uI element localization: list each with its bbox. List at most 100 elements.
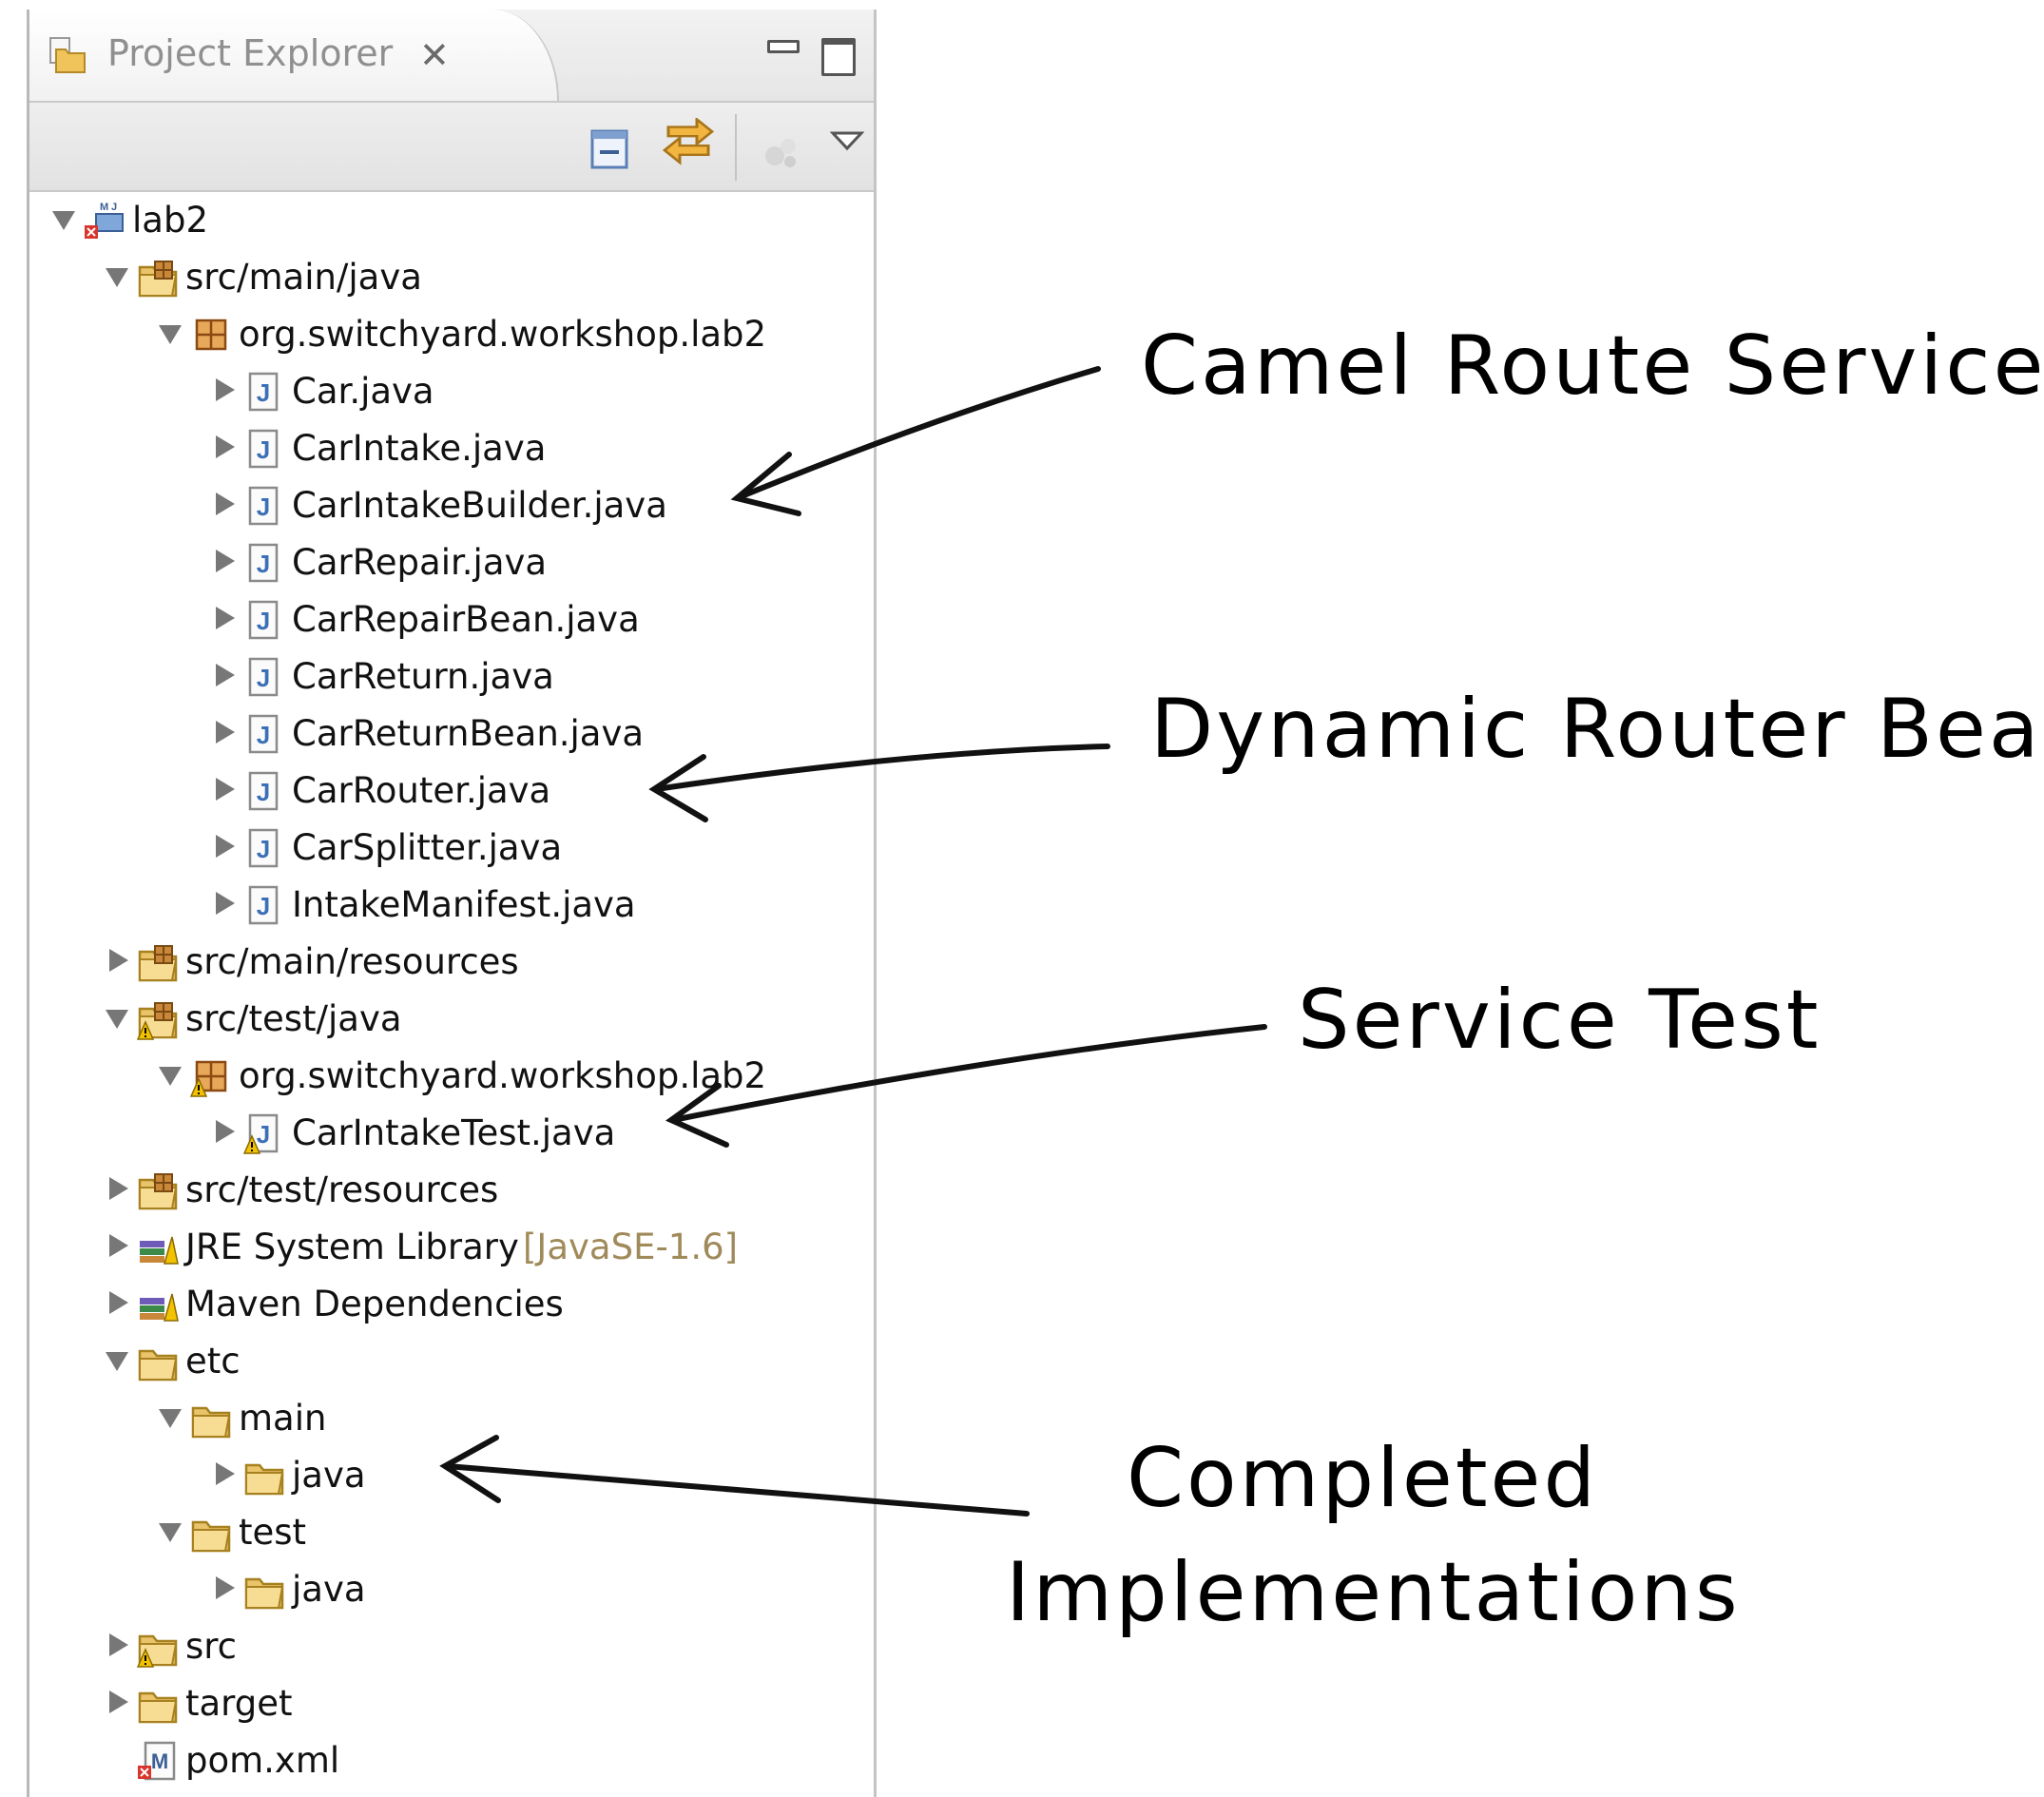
tree-item[interactable]: src/main/java xyxy=(29,249,874,304)
annotation-camel-route-service: Camel Route Service xyxy=(1141,319,2044,414)
folder-icon xyxy=(242,1568,286,1612)
library-icon xyxy=(136,1283,180,1326)
tree-item[interactable]: etc xyxy=(29,1333,874,1388)
source-folder-icon xyxy=(136,256,180,300)
tree-item[interactable]: J CarRepairBean.java xyxy=(29,591,874,647)
package-icon xyxy=(189,313,233,357)
tree-item-label: test xyxy=(239,1512,307,1553)
collapsed-arrow-icon[interactable] xyxy=(106,1232,130,1259)
tree-item-label: Maven Dependencies xyxy=(185,1284,564,1324)
view-menu-icon[interactable] xyxy=(829,129,865,154)
annotation-service-test: Service Test xyxy=(1298,973,1822,1068)
svg-text:J: J xyxy=(257,721,270,749)
tree-item[interactable]: J CarRouter.java xyxy=(29,763,874,818)
tree-item[interactable]: test xyxy=(29,1504,874,1559)
project-explorer-view: Project Explorer ✕ M J lab2 src/main/jav… xyxy=(27,10,877,1797)
source-folder-icon xyxy=(136,1169,180,1212)
library-icon xyxy=(136,1226,180,1269)
expanded-arrow-icon[interactable] xyxy=(106,1004,130,1031)
maven-project-icon: MJ xyxy=(83,199,126,242)
collapsed-arrow-icon[interactable] xyxy=(212,1460,237,1487)
tree-item-label: src/main/resources xyxy=(185,941,519,982)
expanded-arrow-icon[interactable] xyxy=(52,205,77,232)
filter-icon[interactable] xyxy=(758,127,805,175)
tree-item[interactable]: Mpom.xml xyxy=(29,1732,874,1787)
collapsed-arrow-icon[interactable] xyxy=(212,776,237,802)
tree-item[interactable]: JRE System Library [JavaSE-1.6] xyxy=(29,1219,874,1274)
tree-item[interactable]: src/main/resources xyxy=(29,934,874,989)
tree-item-label: CarIntake.java xyxy=(292,428,547,469)
collapsed-arrow-icon[interactable] xyxy=(212,1575,237,1601)
tree-item[interactable]: J CarIntakeTest.java xyxy=(29,1105,874,1160)
tree-item[interactable]: J Car.java xyxy=(29,363,874,418)
tree-item-label: CarReturn.java xyxy=(292,656,554,697)
collapsed-arrow-icon[interactable] xyxy=(212,662,237,688)
project-explorer-icon xyxy=(47,34,88,76)
tree-item[interactable]: J CarReturn.java xyxy=(29,648,874,704)
collapsed-arrow-icon[interactable] xyxy=(212,719,237,745)
java-file-icon: J xyxy=(242,883,286,927)
tree-item[interactable]: src/test/resources xyxy=(29,1162,874,1217)
collapsed-arrow-icon[interactable] xyxy=(106,1289,130,1316)
svg-text:J: J xyxy=(257,892,270,920)
tree-item[interactable]: J CarSplitter.java xyxy=(29,820,874,875)
source-folder-warning-icon xyxy=(136,997,180,1041)
collapsed-arrow-icon[interactable] xyxy=(106,1632,130,1658)
maximize-button[interactable] xyxy=(819,30,857,76)
collapsed-arrow-icon[interactable] xyxy=(106,1689,130,1715)
collapsed-arrow-icon[interactable] xyxy=(212,890,237,917)
source-folder-icon xyxy=(136,940,180,984)
tree-item-label: java xyxy=(292,1455,366,1496)
tree-item-label: JRE System Library xyxy=(185,1227,519,1267)
view-title: Project Explorer xyxy=(107,32,394,74)
tree-item[interactable]: org.switchyard.workshop.lab2 xyxy=(29,306,874,361)
collapsed-arrow-icon[interactable] xyxy=(212,833,237,860)
svg-text:J: J xyxy=(257,664,270,692)
tab-project-explorer[interactable]: Project Explorer ✕ xyxy=(29,10,559,101)
maven-pom-icon: M xyxy=(136,1739,180,1783)
tree-item[interactable]: java xyxy=(29,1561,874,1616)
collapsed-arrow-icon[interactable] xyxy=(106,1175,130,1202)
collapsed-arrow-icon[interactable] xyxy=(212,1118,237,1145)
close-icon[interactable]: ✕ xyxy=(419,36,450,74)
tree-item[interactable]: M Jlab2 xyxy=(29,192,874,247)
tree-item[interactable]: J CarReturnBean.java xyxy=(29,705,874,761)
folder-icon xyxy=(136,1340,180,1383)
tree-item[interactable]: J CarRepair.java xyxy=(29,534,874,589)
tree-item-label: CarReturnBean.java xyxy=(292,713,645,754)
tree-item[interactable]: J CarIntake.java xyxy=(29,420,874,475)
tree-item[interactable]: Maven Dependencies xyxy=(29,1276,874,1331)
svg-text:J: J xyxy=(257,378,270,407)
tree-item-label: src/main/java xyxy=(185,257,422,298)
tree-item-decoration: [JavaSE-1.6] xyxy=(523,1227,739,1267)
link-with-editor-icon[interactable] xyxy=(659,116,718,179)
expanded-arrow-icon[interactable] xyxy=(106,262,130,289)
tree-item-label: Car.java xyxy=(292,371,434,412)
collapsed-arrow-icon[interactable] xyxy=(212,605,237,631)
expanded-arrow-icon[interactable] xyxy=(159,1517,183,1544)
tree-item[interactable]: J IntakeManifest.java xyxy=(29,877,874,932)
minimize-button[interactable] xyxy=(763,30,800,68)
svg-text:J: J xyxy=(257,435,270,464)
collapsed-arrow-icon[interactable] xyxy=(212,434,237,460)
svg-text:J: J xyxy=(257,835,270,863)
expanded-arrow-icon[interactable] xyxy=(106,1346,130,1373)
collapsed-arrow-icon[interactable] xyxy=(212,377,237,403)
tree-item-label: pom.xml xyxy=(185,1740,340,1781)
collapse-all-icon[interactable] xyxy=(587,126,634,173)
tree-item[interactable]: main xyxy=(29,1390,874,1445)
expanded-arrow-icon[interactable] xyxy=(159,1403,183,1430)
collapsed-arrow-icon[interactable] xyxy=(212,491,237,517)
tree-item[interactable]: src/test/java xyxy=(29,991,874,1046)
tree-item-label: CarIntakeBuilder.java xyxy=(292,485,667,526)
expanded-arrow-icon[interactable] xyxy=(159,319,183,346)
folder-icon xyxy=(242,1454,286,1498)
collapsed-arrow-icon[interactable] xyxy=(212,548,237,574)
collapsed-arrow-icon[interactable] xyxy=(106,947,130,974)
tree-item[interactable]: org.switchyard.workshop.lab2 xyxy=(29,1048,874,1103)
tree-item[interactable]: J CarIntakeBuilder.java xyxy=(29,477,874,532)
tree-item[interactable]: src xyxy=(29,1618,874,1673)
tree-item[interactable]: java xyxy=(29,1447,874,1502)
expanded-arrow-icon[interactable] xyxy=(159,1061,183,1088)
tree-item[interactable]: target xyxy=(29,1675,874,1730)
